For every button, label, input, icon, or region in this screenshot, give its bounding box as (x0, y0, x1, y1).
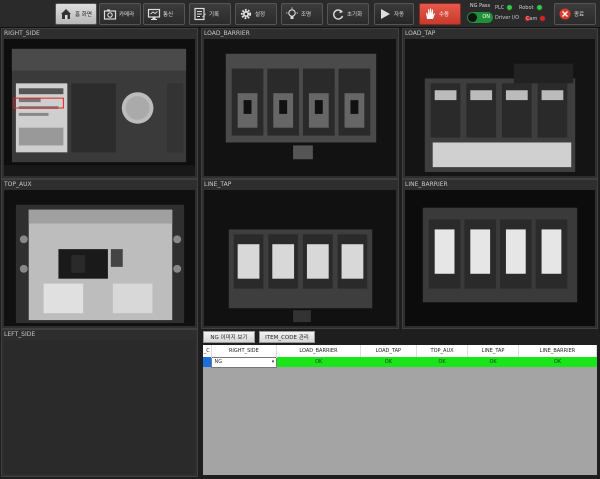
panel-title: TOP_AUX (4, 181, 32, 188)
breaker-line-tap-image (204, 190, 396, 326)
panel-title: LINE_BARRIER (405, 181, 448, 188)
table-cell: OK (518, 357, 597, 367)
plc-status: PLC (495, 4, 514, 11)
robot-label: Robot (519, 4, 534, 11)
camera-image-load-tap[interactable] (405, 39, 595, 176)
table-cell: OK (360, 357, 417, 367)
panel-left-side: LEFT_SIDE (1, 329, 198, 477)
reset-button-label: 초기화 (347, 12, 363, 18)
communication-button[interactable]: 통신 (143, 3, 185, 25)
bulb-icon (286, 7, 298, 19)
panel-line-tap: LINE_TAP (201, 179, 399, 329)
breaker-side-image (4, 39, 195, 176)
camera-image-line-barrier[interactable] (405, 190, 595, 326)
chevron-down-icon[interactable]: ▾ (272, 359, 275, 365)
robot-led-icon (535, 4, 543, 11)
exit-button-label: 종료 (574, 12, 585, 18)
table-header: LOAD_TAP (360, 345, 417, 357)
hand-icon (426, 8, 435, 19)
robot-status: Robot (519, 4, 543, 11)
breaker-load-tap-image (405, 39, 595, 176)
home-button-label: 홈 화면 (75, 12, 92, 18)
camera-button-label: 카메라 (119, 12, 135, 18)
exit-icon (559, 8, 571, 20)
toggle-knob (468, 13, 477, 22)
breaker-line-barrier-image (405, 190, 595, 326)
results-table: _C RIGHT_SIDE LOAD_BARRIER LOAD_TAP TOP_… (203, 345, 598, 368)
driver-status: Driver I/O (495, 15, 519, 21)
ng-pass-state: ON (482, 14, 490, 20)
row-indicator[interactable] (203, 357, 211, 367)
auto-mode-button[interactable]: 자동 (374, 3, 414, 25)
table-header: RIGHT_SIDE (211, 345, 278, 357)
ng-pass-switch[interactable]: ON (467, 12, 493, 23)
panel-title: LEFT_SIDE (4, 331, 36, 338)
panel-load-barrier: LOAD_BARRIER (201, 28, 399, 179)
panel-title: LOAD_TAP (405, 30, 436, 37)
panel-title: LINE_TAP (204, 181, 232, 188)
ng-image-view-button[interactable]: NG 이미지 보기 (203, 331, 255, 343)
auto-mode-label: 자동 (394, 12, 405, 18)
table-header: LOAD_BARRIER (276, 345, 361, 357)
camera-image-left-side[interactable] (4, 340, 195, 474)
log-button[interactable]: 기록 (189, 3, 231, 25)
panel-title: LOAD_BARRIER (204, 30, 250, 37)
table-header-row: _C RIGHT_SIDE LOAD_BARRIER LOAD_TAP TOP_… (203, 345, 598, 357)
camera-icon (103, 9, 117, 20)
refresh-icon (333, 9, 344, 20)
breaker-load-barrier-image (204, 39, 396, 176)
connection-status: PLC Robot Driver I/O Cam (495, 3, 547, 25)
table-cell: OK (276, 357, 361, 367)
panel-right-side: RIGHT_SIDE (1, 28, 198, 179)
camera-image-line-tap[interactable] (204, 190, 396, 326)
table-header: TOP_AUX (416, 345, 469, 357)
driver-label: Driver I/O (495, 15, 520, 21)
panel-title: RIGHT_SIDE (4, 30, 40, 37)
reset-button[interactable]: 초기화 (327, 3, 369, 25)
log-button-label: 기록 (209, 12, 220, 18)
toolbar: 홈 화면 카메라 통신 기록 설정 조명 초기화 자동 수동 NG Pass O… (0, 0, 600, 28)
plc-led-icon (506, 4, 514, 11)
ng-pass-toggle[interactable]: NG Pass ON (466, 3, 494, 25)
lighting-button[interactable]: 조명 (281, 3, 323, 25)
camera-button[interactable]: 카메라 (99, 3, 141, 25)
panel-top-aux: TOP_AUX (1, 179, 198, 329)
table-cell: OK (467, 357, 519, 367)
table-header: _C (203, 345, 212, 357)
camera-image-top-aux[interactable] (4, 190, 195, 326)
vision-inspection-app: 홈 화면 카메라 통신 기록 설정 조명 초기화 자동 수동 NG Pass O… (0, 0, 600, 479)
camera-image-load-barrier[interactable] (204, 39, 396, 176)
lighting-button-label: 조명 (301, 12, 312, 18)
cam-label: Cam (526, 15, 538, 22)
item-code-button[interactable]: ITEM_CODE 관리 (259, 331, 315, 343)
home-icon (61, 9, 71, 19)
ng-image-view-label: NG 이미지 보기 (210, 335, 248, 341)
camera-image-right-side[interactable] (4, 39, 195, 176)
exit-button[interactable]: 종료 (554, 3, 596, 25)
log-icon (194, 7, 206, 21)
plc-label: PLC (495, 4, 505, 11)
right-side-result-select[interactable]: NG ▾ (210, 356, 278, 368)
settings-button-label: 설정 (255, 12, 266, 18)
cam-status: Cam (526, 15, 547, 22)
breaker-top-aux-image (4, 190, 195, 326)
settings-button[interactable]: 설정 (235, 3, 277, 25)
table-header: LINE_BARRIER (518, 345, 598, 357)
play-icon (381, 9, 390, 19)
home-button[interactable]: 홈 화면 (55, 3, 97, 25)
manual-mode-label: 수동 (439, 12, 450, 18)
gear-icon (240, 8, 252, 20)
item-code-label: ITEM_CODE 관리 (265, 335, 309, 341)
panel-load-tap: LOAD_TAP (402, 28, 598, 179)
manual-mode-button[interactable]: 수동 (419, 3, 461, 25)
select-value: NG (214, 359, 223, 365)
table-header: LINE_TAP (467, 345, 519, 357)
cam-led-icon (539, 15, 547, 22)
communication-button-label: 통신 (163, 12, 174, 18)
ng-pass-label: NG Pass (469, 3, 491, 9)
table-cell: OK (416, 357, 468, 367)
table-row[interactable]: NG ▾ OK OK OK OK OK (203, 356, 597, 368)
panel-line-barrier: LINE_BARRIER (402, 179, 598, 329)
monitor-icon (147, 8, 161, 20)
